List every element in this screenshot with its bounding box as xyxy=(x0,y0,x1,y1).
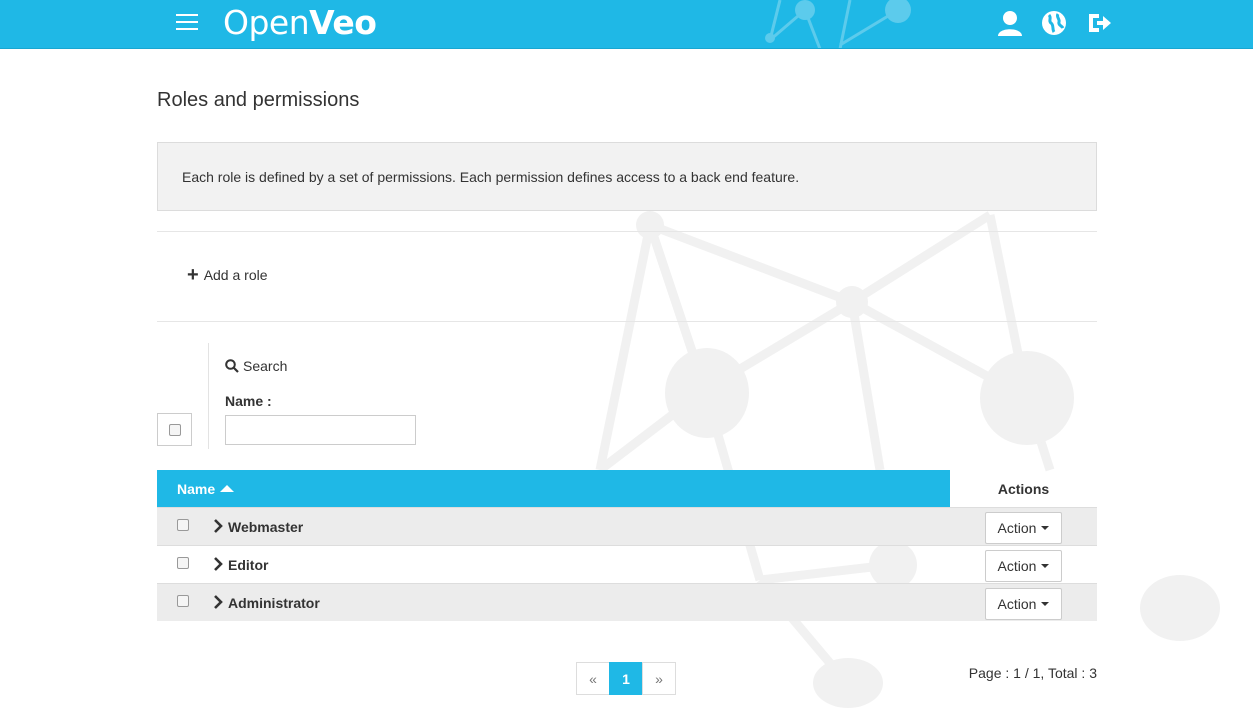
page-info-total: 3 xyxy=(1089,665,1097,681)
menu-icon[interactable] xyxy=(176,14,198,32)
pagination-prev[interactable]: « xyxy=(576,662,610,695)
add-role-button[interactable]: + Add a role xyxy=(187,264,268,286)
logo-text-bold: Veo xyxy=(309,3,377,42)
chevron-right-icon[interactable] xyxy=(212,519,224,533)
row-checkbox[interactable] xyxy=(177,557,189,569)
header-network-graphic xyxy=(765,0,911,48)
vertical-separator xyxy=(208,343,209,449)
action-dropdown-button[interactable]: Action xyxy=(985,512,1062,544)
user-icon[interactable] xyxy=(996,9,1024,37)
info-text: Each role is defined by a set of permiss… xyxy=(182,169,800,185)
logout-icon[interactable] xyxy=(1085,9,1113,37)
checkbox-square xyxy=(168,423,181,436)
name-filter-label: Name : xyxy=(225,393,272,409)
chevron-right-icon[interactable] xyxy=(212,557,224,571)
action-dropdown-button[interactable]: Action xyxy=(985,588,1062,620)
page-info: Page : 1 / 1, Total : 3 xyxy=(969,665,1097,681)
pagination-next[interactable]: » xyxy=(642,662,676,695)
divider xyxy=(157,321,1097,322)
caret-down-icon xyxy=(1041,602,1050,606)
action-label: Action xyxy=(997,596,1037,612)
search-icon xyxy=(225,359,239,373)
row-checkbox[interactable] xyxy=(177,595,189,607)
globe-icon[interactable] xyxy=(1040,9,1068,37)
actions-column-header: Actions xyxy=(997,480,1050,497)
name-column-label: Name xyxy=(177,480,216,497)
name-column-header[interactable]: Name xyxy=(157,470,950,507)
role-name[interactable]: Webmaster xyxy=(228,519,303,535)
action-label: Action xyxy=(997,520,1037,536)
pagination-page-1[interactable]: 1 xyxy=(609,662,643,695)
table-row: Webmaster Action xyxy=(157,507,1097,545)
role-name[interactable]: Administrator xyxy=(228,595,320,611)
top-header-bar: OpenVeo xyxy=(0,0,1253,49)
caret-down-icon xyxy=(1041,564,1050,568)
name-filter-input[interactable] xyxy=(225,415,416,445)
table-header: Name Actions xyxy=(157,470,1097,507)
chevron-right-icon[interactable] xyxy=(212,595,224,609)
table-row: Editor Action xyxy=(157,545,1097,583)
table-row: Administrator Action xyxy=(157,583,1097,621)
openveo-logo[interactable]: OpenVeo xyxy=(223,3,377,42)
pagination: « 1 » xyxy=(576,662,676,695)
logo-text-light: Open xyxy=(223,3,310,42)
page-info-prefix: Page : xyxy=(968,665,1014,681)
page-info-pages: 1 / 1 xyxy=(1013,665,1041,681)
page-info-total-label: , Total : xyxy=(1040,665,1090,681)
divider xyxy=(157,231,1097,232)
plus-icon: + xyxy=(187,264,199,286)
action-label: Action xyxy=(997,558,1037,574)
page-title: Roles and permissions xyxy=(157,89,360,111)
caret-down-icon xyxy=(1041,526,1050,530)
role-name[interactable]: Editor xyxy=(228,557,268,573)
row-checkbox[interactable] xyxy=(177,519,189,531)
search-label: Search xyxy=(243,358,288,374)
info-box: Each role is defined by a set of permiss… xyxy=(157,142,1097,211)
add-role-label: Add a role xyxy=(203,267,268,283)
action-dropdown-button[interactable]: Action xyxy=(985,550,1062,582)
select-all-checkbox[interactable] xyxy=(157,413,192,446)
sort-ascending-icon xyxy=(220,485,235,492)
search-heading: Search xyxy=(225,358,287,374)
